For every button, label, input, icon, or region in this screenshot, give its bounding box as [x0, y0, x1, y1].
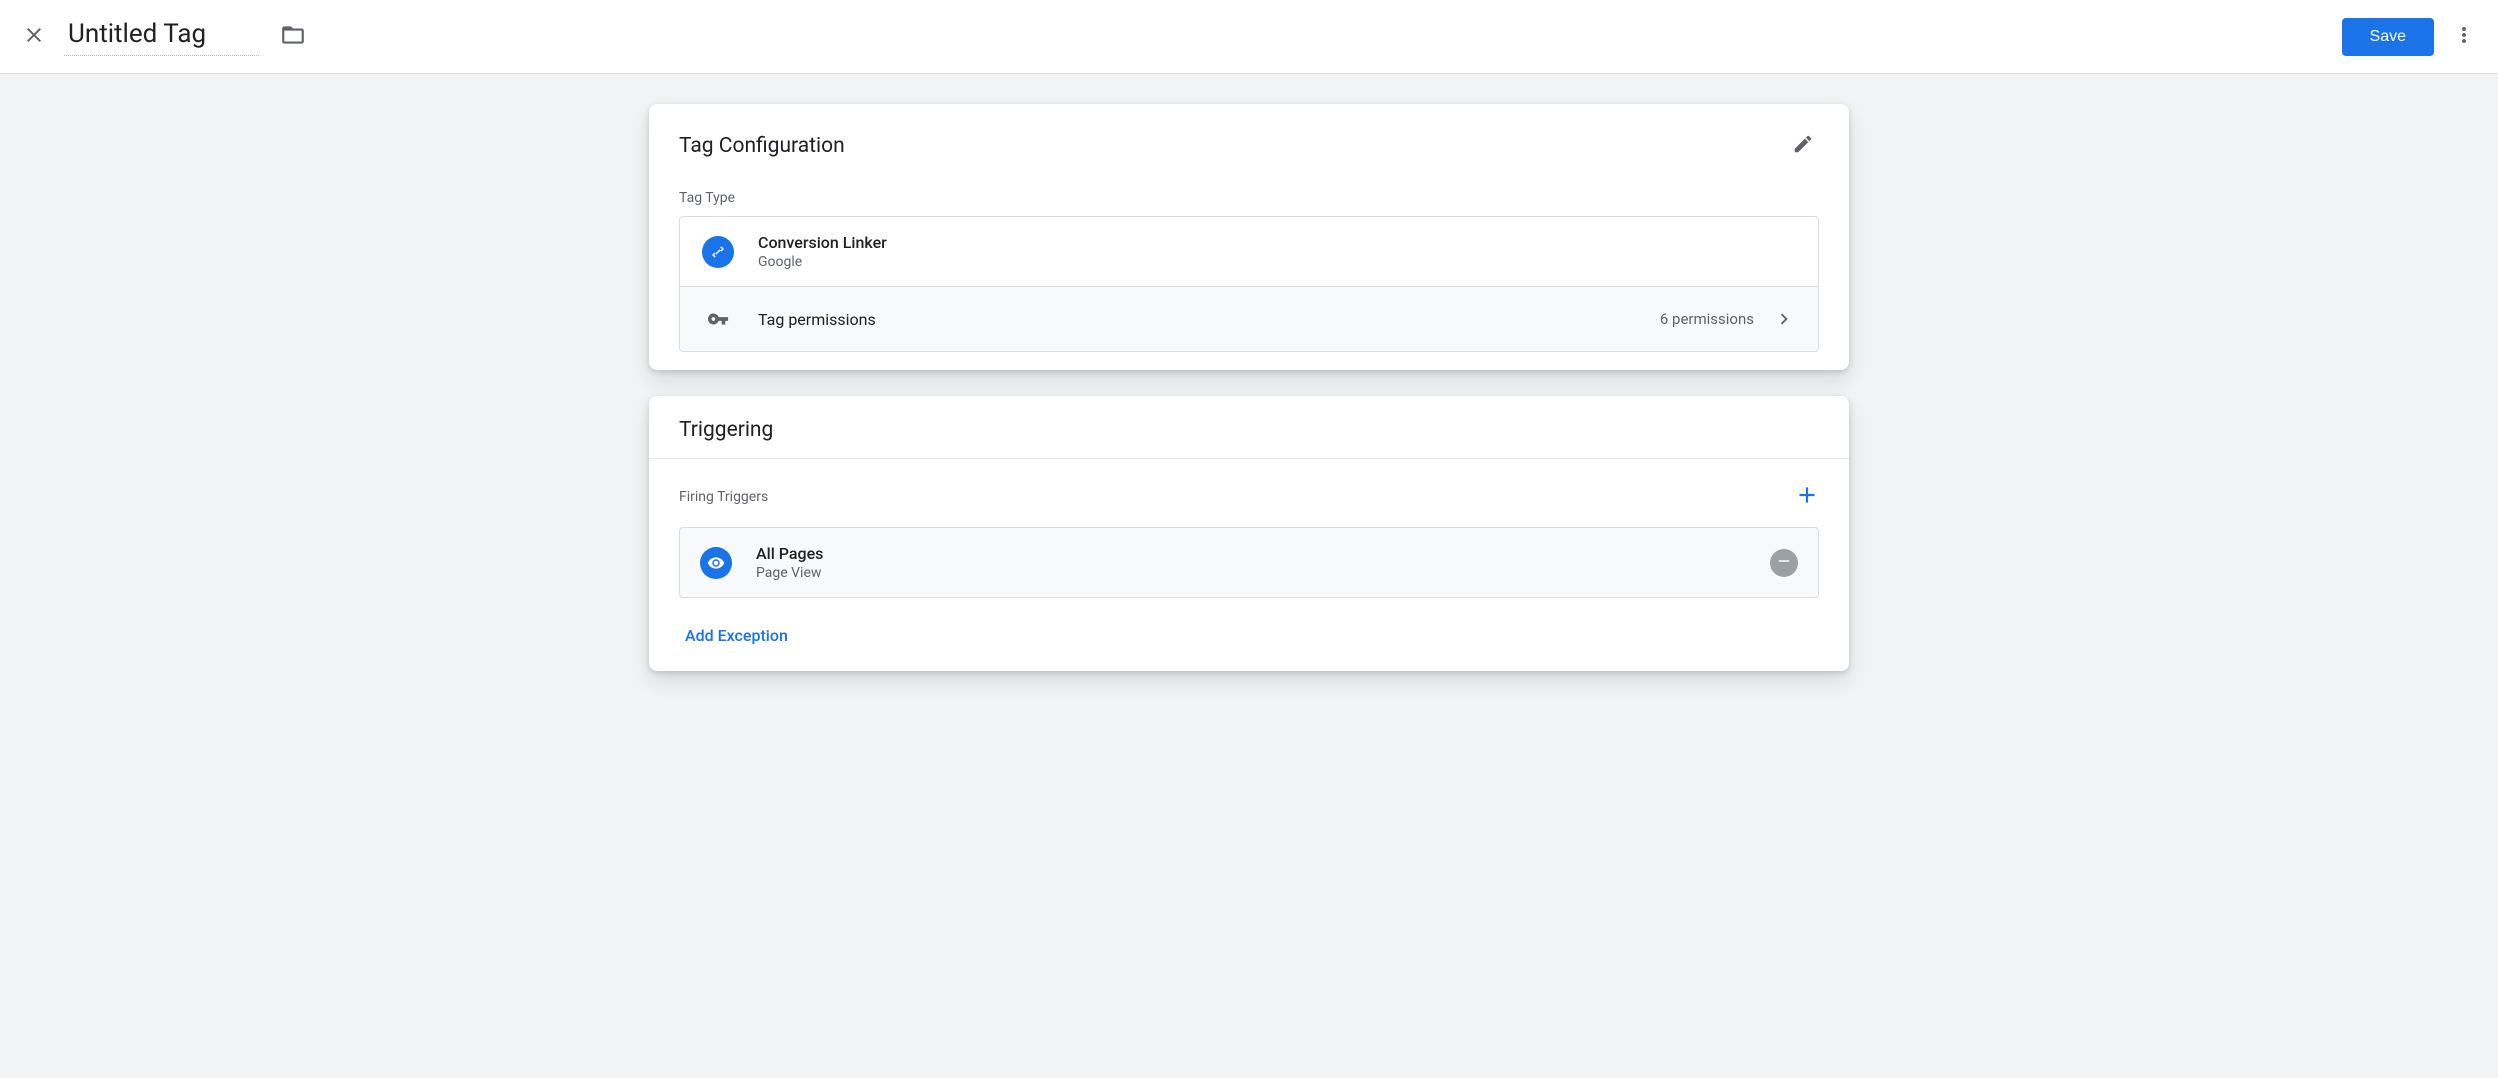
- tag-type-name: Conversion Linker: [758, 233, 1796, 252]
- permissions-count: 6 permissions: [1660, 310, 1754, 328]
- permissions-text: Tag permissions: [758, 310, 1660, 329]
- edit-tag-config-button[interactable]: [1783, 126, 1823, 166]
- key-icon: [702, 303, 734, 335]
- workspace: Tag Configuration Tag Type Conversion Li…: [0, 74, 2498, 1078]
- remove-trigger-button[interactable]: [1770, 549, 1798, 577]
- close-button[interactable]: [10, 13, 58, 61]
- trigger-type: Page View: [756, 565, 1770, 581]
- tag-type-row[interactable]: Conversion Linker Google: [680, 217, 1818, 286]
- tag-type-label: Tag Type: [649, 166, 1849, 216]
- add-trigger-button[interactable]: [1789, 479, 1825, 515]
- card-header: Triggering: [649, 396, 1849, 442]
- tag-name-input[interactable]: [64, 17, 259, 56]
- trigger-name: All Pages: [756, 544, 1770, 563]
- pencil-icon: [1792, 133, 1814, 159]
- trigger-list: All Pages Page View: [679, 527, 1819, 598]
- close-icon: [22, 23, 46, 51]
- chevron-right-icon: [1772, 307, 1796, 331]
- more-vert-icon: [2452, 23, 2476, 51]
- tag-type-vendor: Google: [758, 254, 1796, 270]
- firing-triggers-label: Firing Triggers: [679, 489, 1789, 505]
- app-bar: Save: [0, 0, 2498, 74]
- add-exception-button[interactable]: Add Exception: [685, 626, 788, 645]
- plus-icon: [1794, 482, 1820, 512]
- tag-permissions-row[interactable]: Tag permissions 6 permissions: [680, 286, 1818, 351]
- tag-type-box: Conversion Linker Google Tag permissions…: [679, 216, 1819, 352]
- folder-button[interactable]: [273, 17, 313, 57]
- tag-configuration-card: Tag Configuration Tag Type Conversion Li…: [649, 104, 1849, 370]
- add-exception-section: Add Exception: [649, 606, 1849, 671]
- save-button[interactable]: Save: [2342, 18, 2434, 56]
- card-title: Tag Configuration: [679, 134, 1783, 158]
- conversion-linker-icon: [702, 236, 734, 268]
- card-title: Triggering: [679, 418, 1823, 442]
- card-header: Tag Configuration: [649, 104, 1849, 166]
- trigger-row[interactable]: All Pages Page View: [680, 528, 1818, 597]
- firing-triggers-header: Firing Triggers: [649, 459, 1849, 527]
- page-view-icon: [700, 547, 732, 579]
- minus-icon: [1775, 552, 1793, 574]
- triggering-card: Triggering Firing Triggers All Pages Pag…: [649, 396, 1849, 671]
- permissions-label: Tag permissions: [758, 310, 1660, 329]
- trigger-text: All Pages Page View: [756, 544, 1770, 581]
- folder-icon: [280, 22, 306, 52]
- more-menu-button[interactable]: [2440, 13, 2488, 61]
- tag-type-text: Conversion Linker Google: [758, 233, 1796, 270]
